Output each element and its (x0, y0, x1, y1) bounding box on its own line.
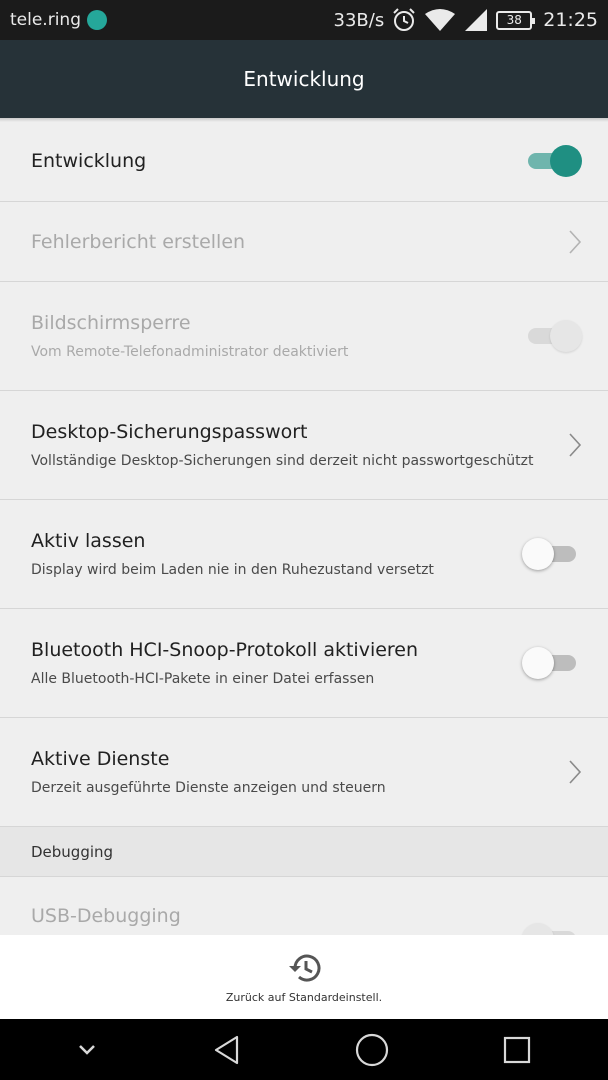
developer-options-switch[interactable] (522, 144, 586, 178)
restore-history-icon (289, 954, 321, 982)
row-subtitle: Vollständige Desktop-Sicherungen sind de… (31, 453, 534, 469)
screen: tele.ring 33B/s 38 21:25 Entwicklung Ent… (0, 0, 608, 1080)
row-screen-lock: Bildschirmsperre Vom Remote-Telefonadmin… (0, 282, 608, 391)
bluetooth-hci-snoop-switch[interactable] (522, 646, 586, 680)
row-bug-report: Fehlerbericht erstellen (0, 202, 608, 282)
app-bar: Entwicklung (0, 40, 608, 118)
reset-defaults-button[interactable]: Zurück auf Standardeinstell. (0, 935, 608, 1019)
chevron-right-icon (569, 433, 582, 457)
chevron-right-icon (569, 229, 582, 254)
row-developer-options[interactable]: Entwicklung (0, 120, 608, 202)
status-bar: tele.ring 33B/s 38 21:25 (0, 0, 608, 40)
notification-app-icon (87, 10, 107, 30)
settings-list: Entwicklung Fehlerbericht erstellen Bild… (0, 120, 608, 959)
back-icon[interactable] (210, 1033, 244, 1067)
switch-thumb (522, 647, 554, 679)
chevron-down-icon[interactable] (75, 1038, 99, 1062)
alarm-icon (393, 8, 415, 31)
home-icon[interactable] (354, 1032, 390, 1068)
row-running-services[interactable]: Aktive Dienste Derzeit ausgeführte Diens… (0, 718, 608, 827)
battery-icon: 38 (496, 10, 536, 30)
reset-defaults-label: Zurück auf Standardeinstell. (225, 990, 383, 1004)
navigation-bar (0, 1019, 608, 1080)
screen-lock-switch (522, 319, 586, 353)
switch-thumb (550, 320, 582, 352)
stay-awake-switch[interactable] (522, 537, 586, 571)
row-bluetooth-hci-snoop[interactable]: Bluetooth HCI-Snoop-Protokoll aktivieren… (0, 609, 608, 718)
status-right: 33B/s 38 21:25 (334, 7, 598, 33)
status-left: tele.ring (10, 10, 107, 30)
row-title: Fehlerbericht erstellen (31, 230, 246, 253)
network-speed: 33B/s (333, 9, 385, 31)
wifi-icon (425, 9, 456, 31)
section-label: Debugging (31, 842, 114, 861)
carrier-name: tele.ring (10, 10, 81, 30)
switch-thumb (550, 144, 582, 177)
signal-icon (465, 9, 488, 31)
chevron-right-icon (569, 760, 582, 784)
switch-thumb (522, 538, 554, 570)
row-title: Aktive Dienste (31, 748, 170, 770)
row-stay-awake[interactable]: Aktiv lassen Display wird beim Laden nie… (0, 500, 608, 609)
section-header-debugging: Debugging (0, 827, 608, 877)
row-title: Desktop-Sicherungspasswort (31, 421, 308, 443)
row-subtitle: Derzeit ausgeführte Dienste anzeigen und… (31, 780, 386, 796)
recents-icon[interactable] (501, 1034, 533, 1066)
status-time: 21:25 (543, 9, 598, 31)
page-title: Entwicklung (243, 67, 365, 91)
row-desktop-backup-password[interactable]: Desktop-Sicherungspasswort Vollständige … (0, 391, 608, 500)
